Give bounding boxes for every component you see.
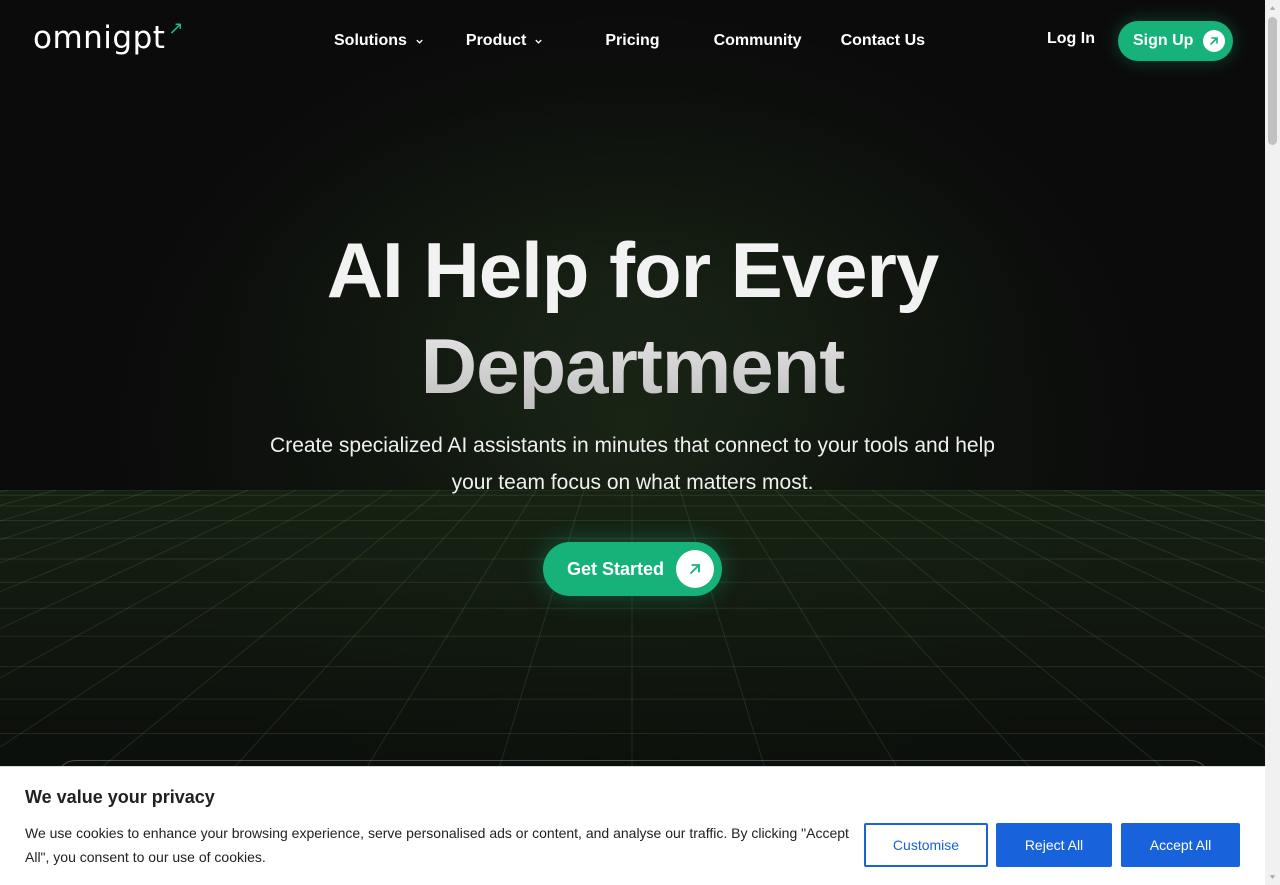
signup-label: Sign Up	[1133, 32, 1194, 49]
nav-item-pricing[interactable]: Pricing	[605, 30, 659, 52]
page: omnigpt ↗ Solutions Product Pricing Comm…	[0, 0, 1265, 885]
accept-all-button[interactable]: Accept All	[1121, 823, 1240, 867]
site-header: omnigpt ↗ Solutions Product Pricing Comm…	[0, 0, 1265, 82]
chevron-down-icon	[535, 39, 543, 44]
hero-subtitle: Create specialized AI assistants in minu…	[270, 434, 995, 494]
logo-text: omnigpt	[33, 20, 166, 56]
arrow-up-right-icon	[676, 550, 714, 588]
cookie-title: We value your privacy	[25, 787, 215, 807]
nav-item-contact-us[interactable]: Contact Us	[841, 30, 925, 52]
nav-item-product[interactable]: Product	[466, 30, 543, 52]
get-started-button[interactable]: Get Started	[543, 542, 722, 596]
nav-label: Solutions	[334, 32, 407, 49]
nav-label: Product	[465, 32, 527, 49]
chevron-down-icon	[416, 39, 423, 44]
nav-label: Pricing	[605, 32, 660, 49]
main-nav: Solutions Product Pricing Community Cont…	[334, 30, 925, 52]
nav-item-community[interactable]: Community	[714, 30, 802, 52]
reject-all-button[interactable]: Reject All	[996, 823, 1112, 867]
cookie-text: We use cookies to enhance your browsing …	[25, 825, 849, 865]
scroll-down-arrow-icon[interactable]	[1268, 872, 1277, 882]
hero-title-line1: AI Help for Every	[326, 226, 940, 314]
customise-button[interactable]: Customise	[864, 823, 988, 867]
hero-title: AI Help for Every Department	[0, 222, 1265, 414]
nav-item-solutions[interactable]: Solutions	[334, 30, 424, 52]
scroll-thumb[interactable]	[1268, 17, 1277, 145]
hero-title-line2: Department	[0, 318, 1265, 414]
arrow-up-right-icon	[1203, 30, 1225, 52]
nav-label: Contact Us	[840, 32, 926, 49]
cta-label: Get Started	[567, 558, 665, 579]
logo-arrow-icon: ↗	[168, 18, 185, 39]
cookie-banner: We value your privacy We use cookies to …	[0, 766, 1265, 885]
scrollbar[interactable]	[1265, 0, 1280, 885]
scroll-up-arrow-icon[interactable]	[1268, 3, 1277, 13]
logo[interactable]: omnigpt ↗	[33, 18, 185, 56]
signup-button[interactable]: Sign Up	[1118, 21, 1233, 61]
nav-label: Community	[713, 32, 802, 49]
login-link[interactable]: Log In	[1047, 30, 1095, 48]
